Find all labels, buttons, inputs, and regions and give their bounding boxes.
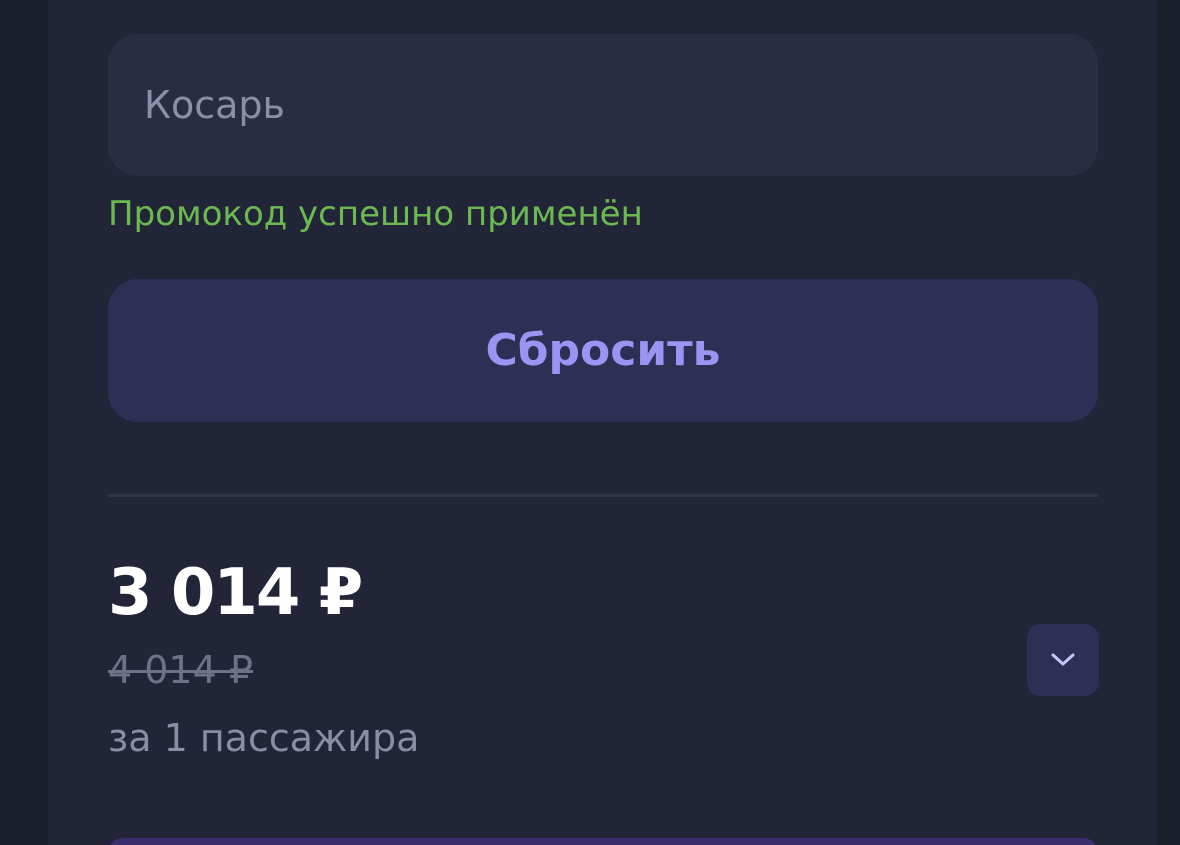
promo-code-input[interactable] (108, 34, 1098, 176)
divider (108, 494, 1098, 497)
bottom-action-button[interactable] (108, 838, 1098, 845)
expand-price-details-button[interactable] (1027, 624, 1099, 696)
price-per-passenger-label: за 1 пассажира (108, 716, 420, 760)
reset-promo-button-label: Сбросить (485, 325, 721, 376)
chevron-down-icon (1051, 653, 1075, 666)
promo-success-message: Промокод успешно применён (108, 194, 643, 234)
original-price: 4 014 ₽ (108, 648, 254, 692)
page: Промокод успешно применён Сбросить 3 014… (0, 0, 1180, 845)
reset-promo-button[interactable]: Сбросить (108, 279, 1098, 422)
current-price: 3 014 ₽ (108, 556, 363, 630)
